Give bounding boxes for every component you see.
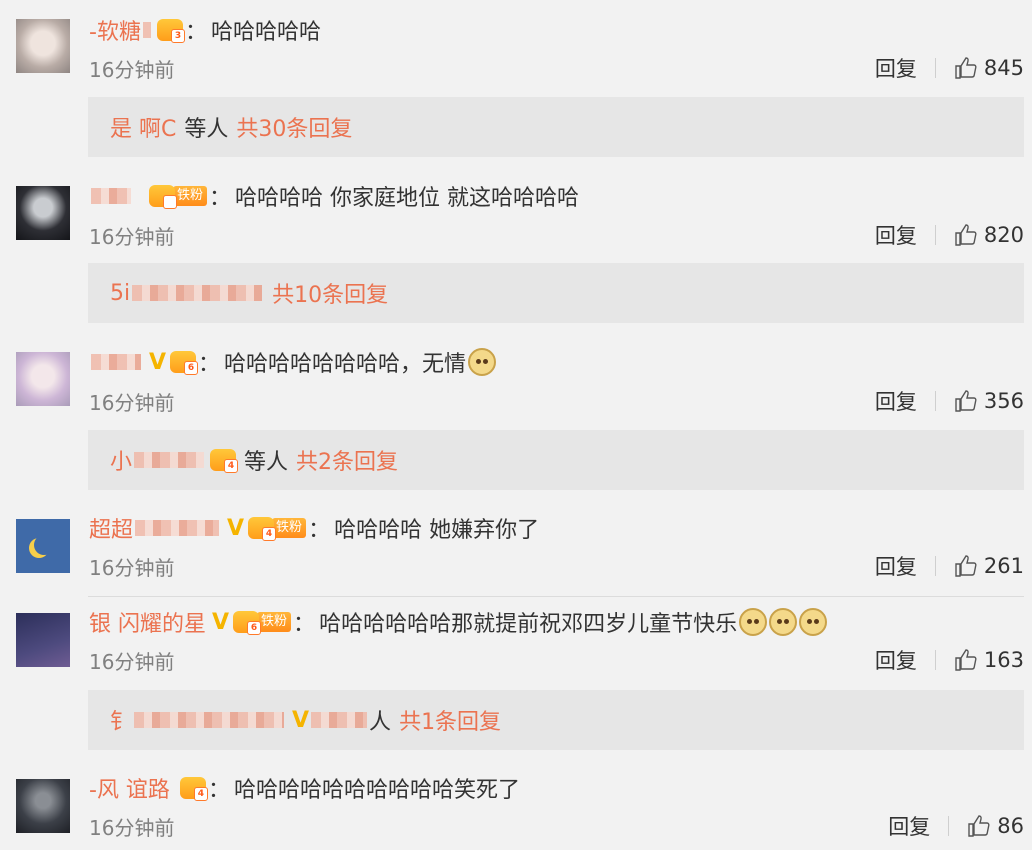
avatar[interactable]	[16, 19, 70, 73]
fan-badge: 铁粉	[272, 518, 307, 538]
timestamp: 16分钟前	[89, 555, 175, 580]
timestamp: 16分钟前	[89, 815, 175, 840]
reply-button[interactable]: 回复	[888, 811, 930, 841]
sub-replies[interactable]: 5i 共10条回复	[88, 263, 1024, 323]
sub-reply-mid: 人	[369, 710, 392, 735]
avatar[interactable]	[16, 779, 70, 833]
level-badge: 4	[179, 777, 208, 801]
sub-reply-user[interactable]: 小	[110, 444, 132, 476]
blurred-name	[135, 520, 220, 536]
like-count: 261	[983, 554, 1024, 578]
doge-emoji-icon	[468, 348, 497, 376]
divider	[934, 58, 936, 78]
like-button[interactable]: 356	[954, 389, 1024, 413]
comment-text: 哈哈哈哈哈哈那就提前祝邓四岁儿童节快乐	[319, 612, 738, 637]
blurred-name	[311, 712, 368, 728]
username[interactable]: -风 谊路	[89, 772, 170, 804]
sub-reply-user[interactable]: 是 啊C	[110, 111, 176, 143]
timestamp: 16分钟前	[89, 390, 175, 415]
sub-replies[interactable]: 小 4 等人 共2条回复	[88, 430, 1024, 490]
verified-icon: V	[212, 609, 230, 635]
like-button[interactable]: 820	[954, 223, 1024, 247]
username[interactable]: 超超	[89, 512, 133, 544]
comment-text: 哈哈哈哈 她嫌弃你了	[334, 518, 540, 543]
timestamp: 16分钟前	[89, 649, 175, 674]
verified-icon: V	[292, 707, 310, 733]
divider	[934, 391, 936, 411]
like-button[interactable]: 163	[954, 648, 1024, 672]
blurred-name	[91, 188, 131, 204]
like-count: 163	[983, 648, 1024, 672]
sub-replies[interactable]: 钅 V 人 共1条回复	[88, 690, 1024, 750]
thumbs-up-icon	[955, 555, 977, 577]
comment-text: 哈哈哈哈哈哈哈哈，无情	[224, 352, 467, 377]
blurred-name	[134, 452, 205, 468]
divider	[934, 556, 936, 576]
sub-reply-mid: 等人	[244, 450, 289, 475]
avatar[interactable]	[16, 352, 70, 406]
level-badge: 3	[156, 19, 185, 43]
like-button[interactable]: 261	[954, 554, 1024, 578]
thumbs-up-icon	[955, 57, 977, 79]
comment-text: 哈哈哈哈哈哈哈哈哈哈笑死了	[233, 778, 520, 803]
reply-button[interactable]: 回复	[875, 386, 917, 416]
comment-text: 哈哈哈哈哈	[210, 20, 321, 45]
reply-button[interactable]: 回复	[875, 220, 917, 250]
like-button[interactable]: 845	[954, 56, 1024, 80]
like-count: 86	[997, 814, 1024, 838]
thumbs-up-icon	[968, 815, 990, 837]
thumbs-up-icon	[955, 224, 977, 246]
doge-emoji-icon	[769, 608, 798, 636]
moon-icon	[34, 535, 54, 555]
blurred-name	[91, 354, 141, 370]
sub-reply-mid: 等人	[184, 117, 229, 142]
blurred-name	[134, 712, 285, 728]
divider	[948, 816, 950, 836]
sub-reply-user[interactable]: 钅	[110, 704, 132, 736]
reply-button[interactable]: 回复	[875, 645, 917, 675]
sub-reply-user[interactable]: 5i	[110, 281, 130, 306]
like-count: 845	[983, 56, 1024, 80]
verified-icon: V	[227, 515, 245, 541]
blurred-name	[132, 285, 263, 301]
reply-count-link[interactable]: 共10条回复	[272, 277, 388, 309]
verified-icon: V	[149, 349, 167, 375]
thumbs-up-icon	[955, 649, 977, 671]
avatar[interactable]	[16, 186, 70, 240]
reply-button[interactable]: 回复	[875, 551, 917, 581]
sub-replies[interactable]: 是 啊C 等人 共30条回复	[88, 97, 1024, 157]
avatar[interactable]	[16, 519, 70, 573]
level-badge: 6	[170, 351, 199, 375]
like-button[interactable]: 86	[967, 814, 1024, 838]
fan-badge: 铁粉	[257, 612, 292, 632]
level-badge: 铁粉	[149, 185, 208, 209]
reply-count-link[interactable]: 共2条回复	[296, 444, 398, 476]
reply-button[interactable]: 回复	[875, 53, 917, 83]
level-badge: 4 铁粉	[248, 517, 307, 541]
divider	[88, 596, 1024, 597]
fan-badge: 铁粉	[173, 186, 208, 206]
level-badge: 6 铁粉	[233, 611, 292, 635]
username[interactable]: -软糖	[89, 14, 141, 46]
username[interactable]: 银 闪耀的星	[89, 606, 206, 638]
avatar[interactable]	[16, 613, 70, 667]
comment-text: 哈哈哈哈 你家庭地位 就这哈哈哈哈	[235, 186, 580, 211]
doge-emoji-icon	[739, 608, 768, 636]
like-count: 356	[983, 389, 1024, 413]
thumbs-up-icon	[955, 390, 977, 412]
reply-count-link[interactable]: 共1条回复	[399, 704, 501, 736]
divider	[934, 650, 936, 670]
like-count: 820	[983, 223, 1024, 247]
timestamp: 16分钟前	[89, 224, 175, 249]
divider	[934, 225, 936, 245]
reply-count-link[interactable]: 共30条回复	[236, 111, 352, 143]
level-badge: 4	[210, 449, 239, 473]
doge-emoji-icon	[799, 608, 828, 636]
blurred-name	[142, 22, 151, 38]
timestamp: 16分钟前	[89, 57, 175, 82]
